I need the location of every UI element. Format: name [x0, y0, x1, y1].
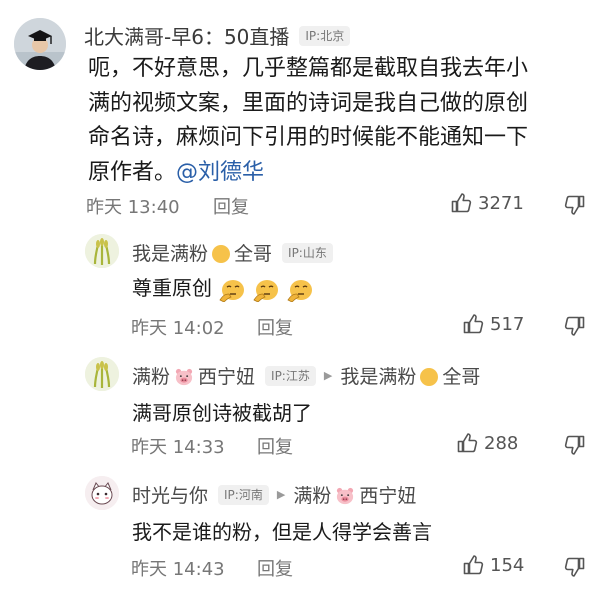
thinking-emoji-icon	[218, 278, 246, 302]
reply-3-text: 我不是谁的粉，但是人得学会善言	[132, 520, 432, 544]
reply-to-user[interactable]: 满粉	[293, 481, 331, 508]
reply-to-suffix: 全哥	[442, 366, 481, 388]
triangle-right-icon: ▶	[323, 369, 333, 382]
like-button[interactable]: 154	[462, 553, 524, 577]
thinking-emoji-icon	[252, 278, 280, 302]
main-comment-author-row: 北大满哥-早6：50直播 IP:北京	[84, 21, 351, 50]
avatar-reply-2[interactable]	[85, 357, 119, 391]
dislike-button[interactable]	[562, 433, 586, 461]
ip-badge: IP:河南	[218, 484, 269, 505]
main-comment-text: 呃，不好意思，几乎整篇都是截取自我去年小 满的视频文案，里面的诗词是我自己做的原…	[88, 52, 588, 190]
ip-badge: IP:山东	[282, 242, 333, 263]
reply-2-author-row: 满粉 西宁妞 IP:江苏 ▶ 我是满粉 全哥	[132, 362, 480, 389]
dislike-button[interactable]	[562, 314, 586, 342]
comment-timestamp: 昨天 13:40	[86, 197, 180, 218]
thumbs-down-icon	[562, 555, 586, 579]
reply-to-user[interactable]: 我是满粉	[340, 362, 416, 389]
reply-2-text: 满哥原创诗被截胡了	[132, 401, 312, 425]
avatar-main-commenter[interactable]	[14, 18, 66, 70]
reply-1-author-row: 我是满粉 全哥 IP:山东	[132, 239, 333, 266]
like-button[interactable]: 288	[456, 431, 518, 455]
dislike-button[interactable]	[562, 193, 586, 221]
like-count: 3271	[478, 192, 524, 214]
reply-to-suffix: 西宁妞	[359, 485, 417, 507]
like-button[interactable]: 3271	[450, 191, 524, 215]
reply-3-author-row: 时光与你 IP:河南 ▶ 满粉 西宁妞	[132, 481, 416, 508]
pig-emoji-icon	[335, 487, 355, 505]
thumbs-down-icon	[562, 193, 586, 217]
like-count: 154	[490, 554, 525, 576]
main-comment-author[interactable]: 北大满哥-早6：50直播	[84, 21, 289, 50]
reply-text: 尊重原创	[132, 276, 212, 300]
pig-emoji-icon	[174, 368, 194, 386]
thumbs-up-icon	[450, 191, 474, 215]
main-comment-line: 满的视频文案，里面的诗词是我自己做的原创	[88, 90, 529, 116]
reply-author[interactable]: 我是满粉	[132, 239, 208, 266]
thinking-emoji-icon	[286, 278, 314, 302]
reply-button[interactable]: 回复	[257, 555, 293, 581]
dislike-button[interactable]	[562, 555, 586, 583]
like-count: 517	[490, 313, 525, 335]
thumbs-up-icon	[462, 312, 486, 336]
mention-link[interactable]: @刘德华	[176, 160, 264, 185]
thumbs-up-icon	[462, 553, 486, 577]
reply-author-suffix: 全哥	[234, 243, 273, 265]
reply-timestamp: 昨天 14:33	[131, 437, 225, 458]
reply-author[interactable]: 时光与你	[132, 481, 208, 508]
ip-badge: IP:江苏	[265, 365, 316, 386]
reply-timestamp: 昨天 14:43	[131, 559, 225, 580]
like-button[interactable]: 517	[462, 312, 524, 336]
reply-1-text: 尊重原创	[132, 272, 314, 302]
triangle-right-icon: ▶	[276, 488, 286, 501]
main-comment-line-end: 原作者。	[88, 159, 177, 185]
reply-author-suffix: 西宁妞	[198, 366, 256, 388]
main-comment-line: 命名诗，麻烦问下引用的时候能不能通知一下	[88, 125, 529, 150]
thumbs-down-icon	[562, 433, 586, 457]
smile-emoji-icon	[212, 244, 231, 263]
smile-emoji-icon	[420, 367, 439, 386]
main-comment-line: 呃，不好意思，几乎整篇都是截取自我去年小	[88, 56, 529, 81]
thumbs-down-icon	[562, 314, 586, 338]
reply-timestamp: 昨天 14:02	[131, 318, 225, 339]
avatar-reply-1[interactable]	[85, 234, 119, 268]
reply-button[interactable]: 回复	[257, 433, 293, 459]
reply-button[interactable]: 回复	[213, 193, 249, 219]
like-count: 288	[484, 432, 519, 454]
main-comment-line: 原作者。@刘德华	[88, 156, 588, 191]
reply-button[interactable]: 回复	[257, 314, 293, 340]
ip-badge: IP:北京	[299, 25, 351, 46]
reply-author[interactable]: 满粉	[132, 362, 170, 389]
thumbs-up-icon	[456, 431, 480, 455]
avatar-reply-3[interactable]	[85, 476, 119, 510]
